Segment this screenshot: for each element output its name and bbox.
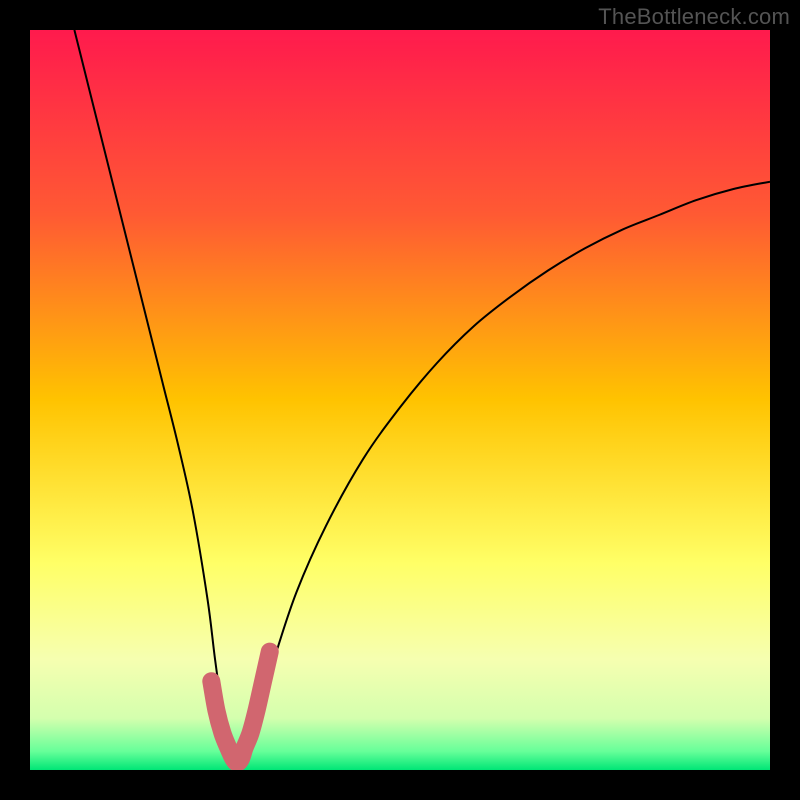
plot-background [30,30,770,770]
chart-frame: TheBottleneck.com [0,0,800,800]
chart-svg [0,0,800,800]
watermark-label: TheBottleneck.com [598,4,790,30]
